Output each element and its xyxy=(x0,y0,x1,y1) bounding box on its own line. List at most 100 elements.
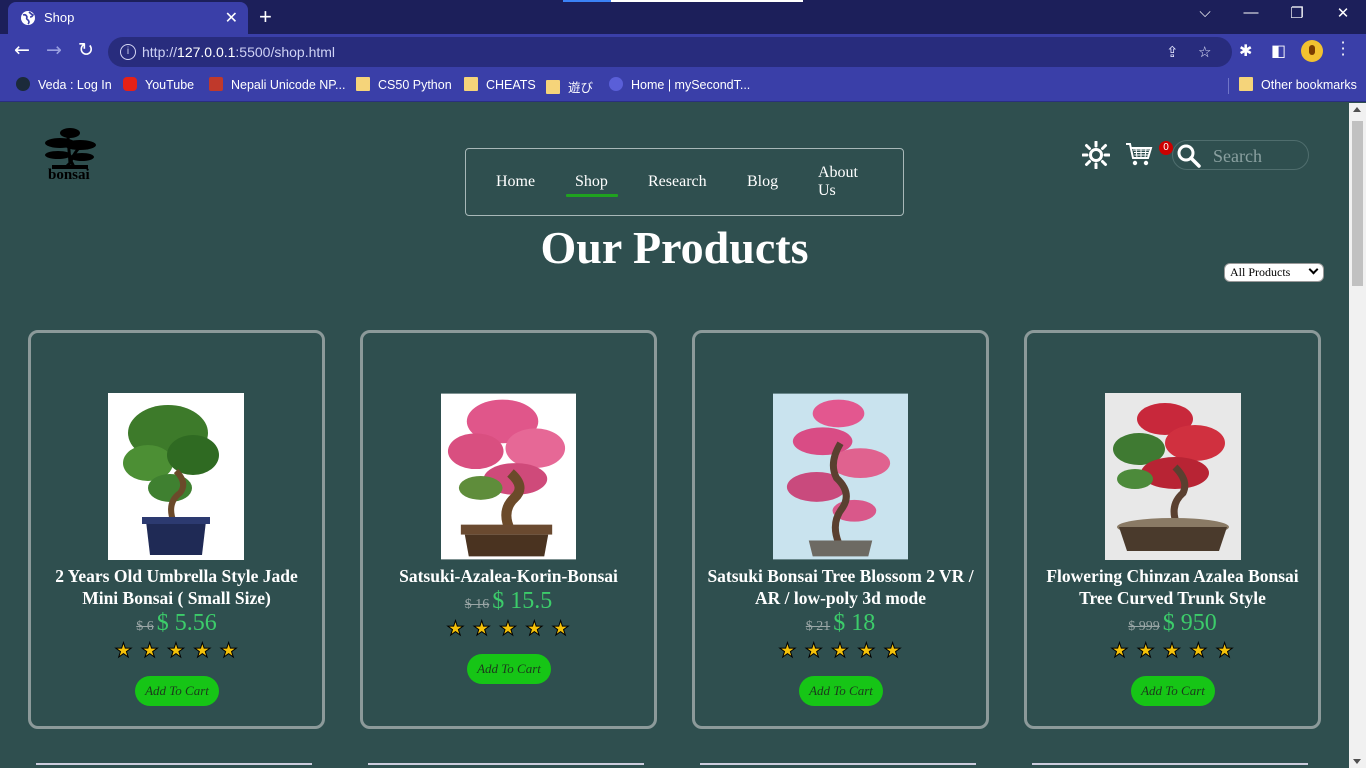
cart-icon[interactable] xyxy=(1125,141,1153,167)
unicode-icon xyxy=(209,77,223,91)
star-icon: ★ xyxy=(140,638,160,663)
rating-stars: ★ ★ ★ ★ ★ xyxy=(363,616,654,641)
bookmark-nepali-unicode[interactable]: Nepali Unicode NP... xyxy=(209,77,345,92)
chevron-down-icon xyxy=(1308,264,1319,275)
old-price: $ 21 xyxy=(805,619,831,634)
product-image[interactable] xyxy=(773,393,908,560)
tab-search-chevron-icon[interactable]: ⌵ xyxy=(1190,4,1220,21)
tab-strip: Shop ✕ + ⌵ — ❐ ✕ xyxy=(0,0,1366,34)
star-icon: ★ xyxy=(1136,638,1156,663)
star-icon: ★ xyxy=(1163,638,1182,663)
product-image[interactable] xyxy=(108,393,244,560)
search-input[interactable] xyxy=(1213,144,1303,168)
forward-icon[interactable]: → xyxy=(42,39,66,61)
cart-count-badge: 0 xyxy=(1159,141,1173,155)
current-price: $ 5.56 xyxy=(156,610,217,636)
star-icon: ★ xyxy=(219,638,239,663)
search-icon[interactable] xyxy=(1177,144,1201,168)
browser-menu-icon[interactable]: · · · xyxy=(1333,35,1353,63)
star-icon: ★ xyxy=(446,616,466,641)
other-bookmarks[interactable]: Other bookmarks xyxy=(1239,77,1357,92)
bookmark-veda[interactable]: Veda : Log In xyxy=(16,77,112,92)
url-text[interactable]: http://127.0.0.1:5500/shop.html xyxy=(142,44,335,60)
rating-stars: ★ ★ ★ ★ ★ xyxy=(695,638,986,663)
scrollbar-thumb[interactable] xyxy=(1352,121,1363,286)
add-to-cart-button[interactable]: Add To Cart xyxy=(135,676,219,706)
loading-bar xyxy=(563,0,803,2)
scroll-up-icon[interactable] xyxy=(1353,107,1361,112)
next-row-card-edge xyxy=(700,763,976,765)
site-icon xyxy=(609,77,623,91)
reload-icon[interactable]: ↻ xyxy=(74,39,98,61)
old-price: $ 6 xyxy=(136,619,154,634)
browser-toolbar: ← → ↻ i http://127.0.0.1:5500/shop.html … xyxy=(0,34,1366,70)
current-price: $ 15.5 xyxy=(492,588,553,614)
current-price: $ 950 xyxy=(1162,610,1217,636)
minimize-icon[interactable]: — xyxy=(1236,4,1266,21)
page-scrollbar[interactable] xyxy=(1349,103,1366,768)
scroll-down-icon[interactable] xyxy=(1353,759,1361,764)
star-icon: ★ xyxy=(778,638,798,663)
folder-icon xyxy=(546,80,560,94)
product-card: Flowering Chinzan Azalea Bonsai Tree Cur… xyxy=(1024,330,1321,729)
nav-shop[interactable]: Shop xyxy=(575,173,608,191)
product-card: Satsuki-Azalea-Korin-Bonsai $ 16 $ 15.5 ★… xyxy=(360,330,657,729)
bookmark-star-icon[interactable]: ☆ xyxy=(1198,43,1211,61)
folder-icon xyxy=(356,77,370,91)
new-tab-icon[interactable]: + xyxy=(259,4,272,30)
next-row-card-edge xyxy=(36,763,312,765)
price-row: $ 16 $ 15.5 xyxy=(363,588,654,615)
product-name: Flowering Chinzan Azalea Bonsai Tree Cur… xyxy=(1046,566,1299,608)
star-icon: ★ xyxy=(831,638,850,663)
nav-about-us[interactable]: About Us xyxy=(818,164,868,200)
theme-toggle-sun-icon[interactable] xyxy=(1082,141,1110,169)
nav-blog[interactable]: Blog xyxy=(747,173,778,191)
bookmark-cs50-python[interactable]: CS50 Python xyxy=(356,77,452,92)
address-bar[interactable]: i http://127.0.0.1:5500/shop.html ⇪ ☆ xyxy=(108,37,1232,67)
product-image[interactable] xyxy=(1105,393,1241,560)
product-name: 2 Years Old Umbrella Style Jade Mini Bon… xyxy=(55,566,298,608)
next-row-card-edge xyxy=(368,763,644,765)
veda-icon xyxy=(16,77,30,91)
rating-stars: ★ ★ ★ ★ ★ xyxy=(1027,638,1318,663)
rating-stars: ★ ★ ★ ★ ★ xyxy=(31,638,322,663)
close-tab-icon[interactable]: ✕ xyxy=(225,8,238,27)
star-icon: ★ xyxy=(1215,638,1235,663)
profile-avatar[interactable] xyxy=(1301,40,1323,62)
bookmark-cheats[interactable]: CHEATS xyxy=(464,77,536,92)
search-box xyxy=(1172,140,1309,170)
bookmark-home-mysecond[interactable]: Home | mySecondT... xyxy=(609,77,750,92)
restore-icon[interactable]: ❐ xyxy=(1282,4,1312,22)
old-price: $ 999 xyxy=(1128,619,1160,634)
active-nav-underline xyxy=(566,194,618,197)
share-icon[interactable]: ⇪ xyxy=(1166,43,1179,61)
tab-shop[interactable]: Shop ✕ xyxy=(8,2,248,34)
add-to-cart-button[interactable]: Add To Cart xyxy=(467,654,551,684)
folder-icon xyxy=(464,77,478,91)
page-title: Our Products xyxy=(540,222,809,273)
nav-research[interactable]: Research xyxy=(648,173,707,191)
product-filter-select[interactable]: All Products xyxy=(1224,263,1324,282)
side-panel-icon[interactable]: ◧ xyxy=(1271,41,1286,60)
back-icon[interactable]: ← xyxy=(10,39,34,61)
bookmark-youtube[interactable]: YouTube xyxy=(123,77,194,92)
bookmark-asobi[interactable]: 遊び xyxy=(546,77,593,96)
site-info-icon[interactable]: i xyxy=(120,44,136,60)
product-card: 2 Years Old Umbrella Style Jade Mini Bon… xyxy=(28,330,325,729)
product-image[interactable] xyxy=(441,393,576,560)
nav-home[interactable]: Home xyxy=(496,173,535,191)
youtube-icon xyxy=(123,77,137,91)
filter-selected-value: All Products xyxy=(1230,265,1291,279)
bookmarks-bar: Veda : Log In YouTube Nepali Unicode NP.… xyxy=(0,70,1366,102)
window-close-icon[interactable]: ✕ xyxy=(1328,4,1358,22)
star-icon: ★ xyxy=(804,638,824,663)
tab-title: Shop xyxy=(44,10,75,25)
star-icon: ★ xyxy=(193,638,213,663)
star-icon: ★ xyxy=(551,616,571,641)
extensions-icon[interactable]: ✱ xyxy=(1239,41,1252,60)
shop-page: bonsai Home Shop Research Blog About Us … xyxy=(0,103,1349,768)
star-icon: ★ xyxy=(857,638,877,663)
add-to-cart-button[interactable]: Add To Cart xyxy=(1131,676,1215,706)
add-to-cart-button[interactable]: Add To Cart xyxy=(799,676,883,706)
globe-icon xyxy=(21,11,35,25)
